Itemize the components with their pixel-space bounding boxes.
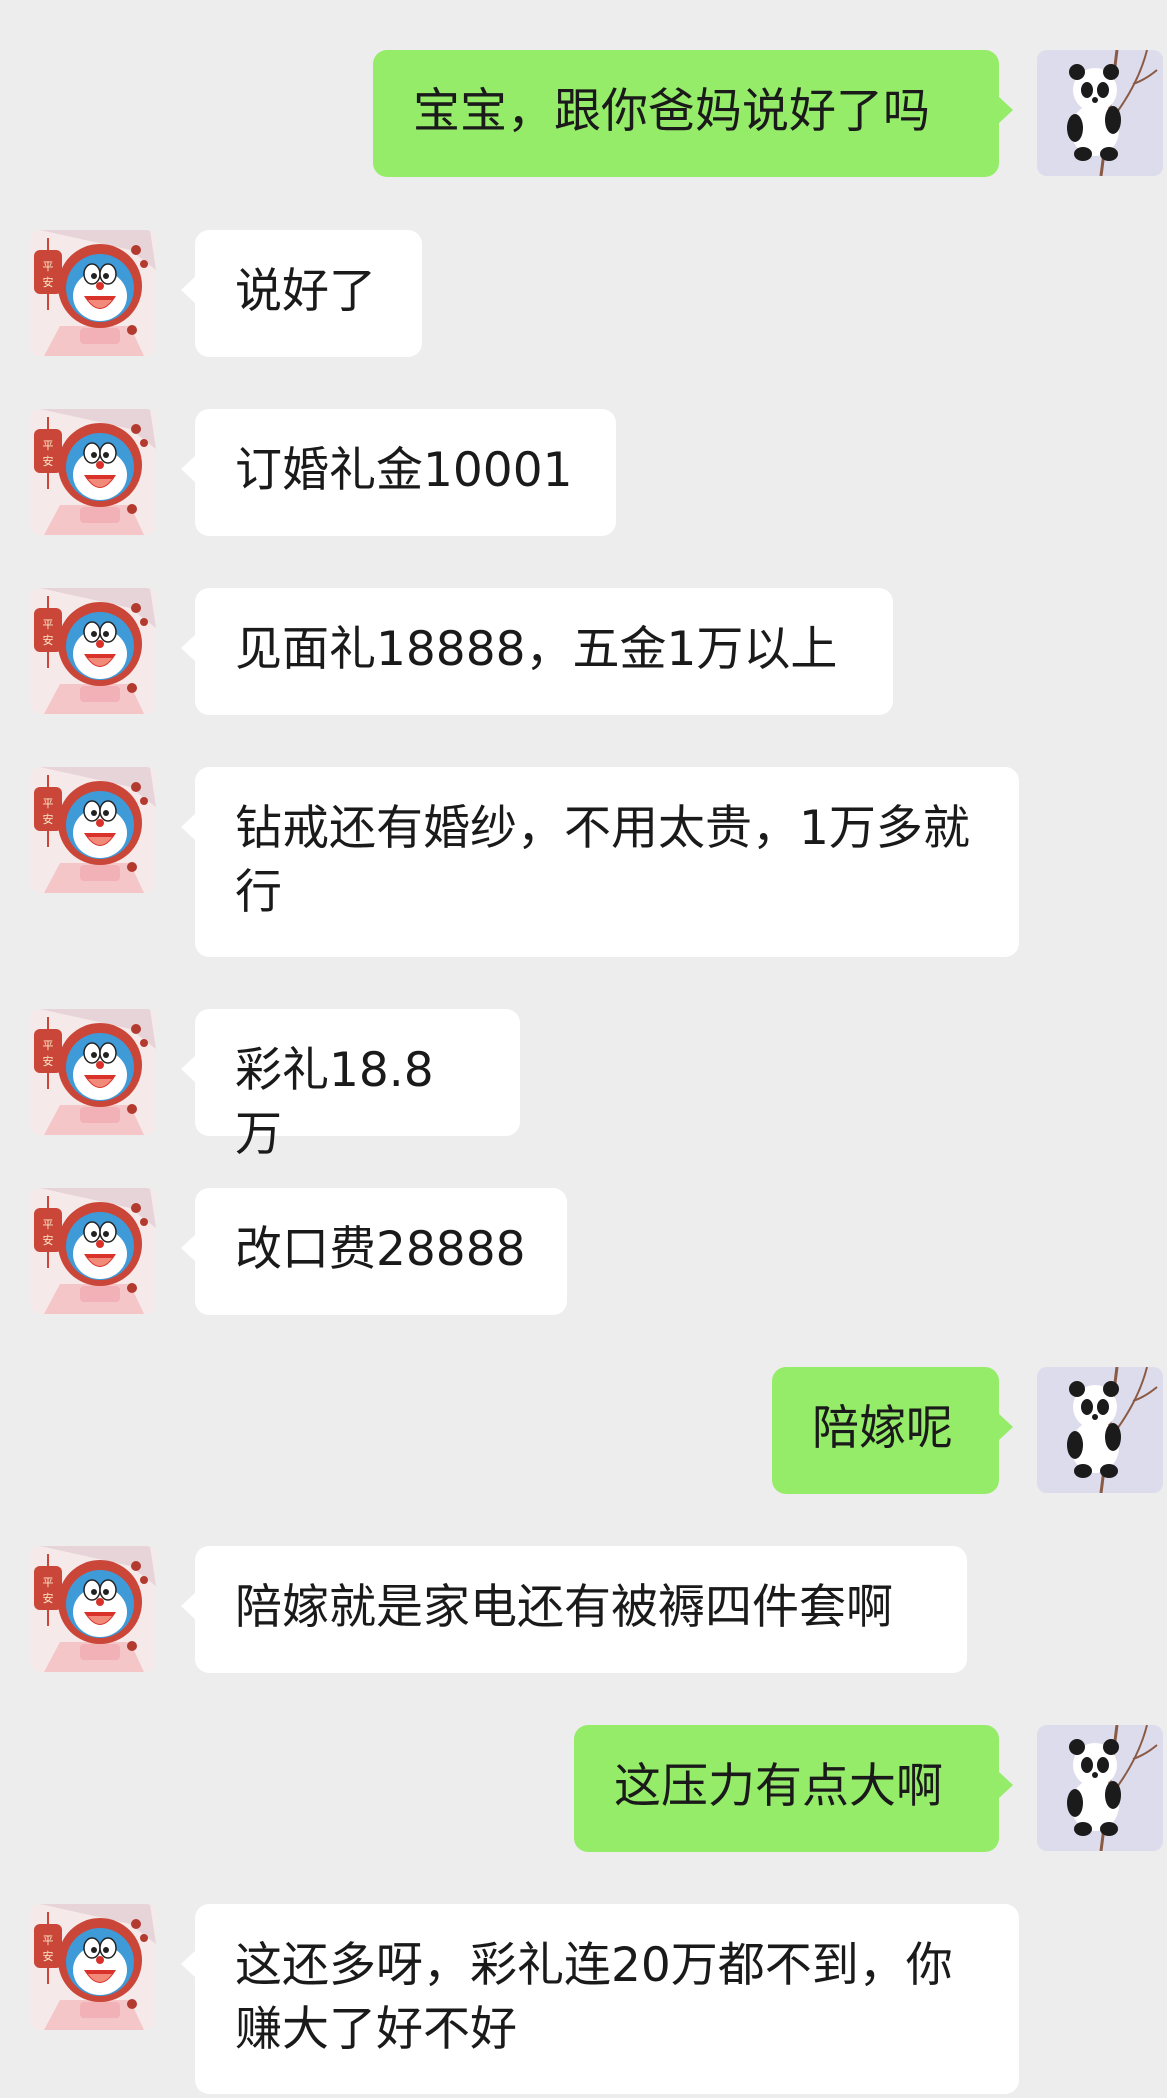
message-text: 钻戒还有婚纱，不用太贵，1万多就行 (235, 801, 970, 920)
message-text: 宝宝，跟你爸妈说好了吗 (413, 84, 930, 139)
svg-text:安: 安 (43, 275, 54, 289)
svg-text:安: 安 (43, 1233, 54, 1247)
svg-text:平: 平 (43, 1039, 54, 1052)
svg-text:平: 平 (43, 1218, 54, 1231)
doraemon-avatar-icon[interactable]: 平安 (30, 767, 156, 893)
svg-text:安: 安 (43, 1949, 54, 1963)
sent-message-bubble[interactable]: 这压力有点大啊 (574, 1725, 1013, 1852)
svg-text:平: 平 (43, 618, 54, 631)
svg-text:安: 安 (43, 1591, 54, 1605)
panda-avatar-icon[interactable] (1037, 1725, 1163, 1851)
svg-text:安: 安 (43, 1054, 54, 1068)
svg-text:平: 平 (43, 1934, 54, 1947)
panda-avatar-icon[interactable] (1037, 50, 1163, 176)
panda-avatar-icon[interactable] (1037, 1367, 1163, 1493)
doraemon-avatar-icon[interactable]: 平安 (30, 1188, 156, 1314)
svg-text:平: 平 (43, 260, 54, 273)
message-text: 说好了 (235, 264, 376, 319)
received-message-bubble[interactable]: 说好了 (181, 230, 422, 357)
message-text: 陪嫁就是家电还有被褥四件套啊 (235, 1580, 893, 1635)
message-text: 这压力有点大啊 (614, 1759, 943, 1814)
svg-text:安: 安 (43, 633, 54, 647)
doraemon-avatar-icon[interactable]: 平安 (30, 409, 156, 535)
received-message-bubble[interactable]: 改口费28888 (181, 1188, 567, 1315)
doraemon-avatar-icon[interactable]: 平安 (30, 1546, 156, 1672)
sent-message-bubble[interactable]: 宝宝，跟你爸妈说好了吗 (373, 50, 1013, 177)
doraemon-avatar-icon[interactable]: 平安 (30, 1009, 156, 1135)
doraemon-avatar-icon[interactable]: 平安 (30, 230, 156, 356)
received-message-bubble[interactable]: 这还多呀，彩礼连20万都不到，你赚大了好不好 (181, 1904, 1019, 2094)
doraemon-avatar-icon[interactable]: 平安 (30, 588, 156, 714)
message-text: 见面礼18888，五金1万以上 (235, 622, 838, 677)
sent-message-bubble[interactable]: 陪嫁呢 (772, 1367, 1013, 1494)
message-text: 改口费28888 (235, 1222, 526, 1277)
received-message-bubble[interactable]: 陪嫁就是家电还有被褥四件套啊 (181, 1546, 967, 1673)
message-text: 订婚礼金10001 (235, 443, 573, 498)
svg-text:安: 安 (43, 454, 54, 468)
message-text: 陪嫁呢 (812, 1401, 953, 1456)
received-message-bubble[interactable]: 订婚礼金10001 (181, 409, 616, 536)
svg-text:平: 平 (43, 439, 54, 452)
message-text: 这还多呀，彩礼连20万都不到，你赚大了好不好 (235, 1938, 953, 2057)
svg-text:平: 平 (43, 797, 54, 810)
message-text: 彩礼18.8万 (235, 1043, 434, 1162)
svg-text:平: 平 (43, 1576, 54, 1589)
received-message-bubble[interactable]: 见面礼18888，五金1万以上 (181, 588, 893, 715)
chat-window: 宝宝，跟你爸妈说好了吗 平安 说好了 平安 订婚礼金10001 平安 见面礼18… (0, 0, 1167, 2098)
doraemon-avatar-icon[interactable]: 平安 (30, 1904, 156, 2030)
received-message-bubble[interactable]: 钻戒还有婚纱，不用太贵，1万多就行 (181, 767, 1019, 957)
received-message-bubble[interactable]: 彩礼18.8万 (181, 1009, 520, 1162)
svg-text:安: 安 (43, 812, 54, 826)
